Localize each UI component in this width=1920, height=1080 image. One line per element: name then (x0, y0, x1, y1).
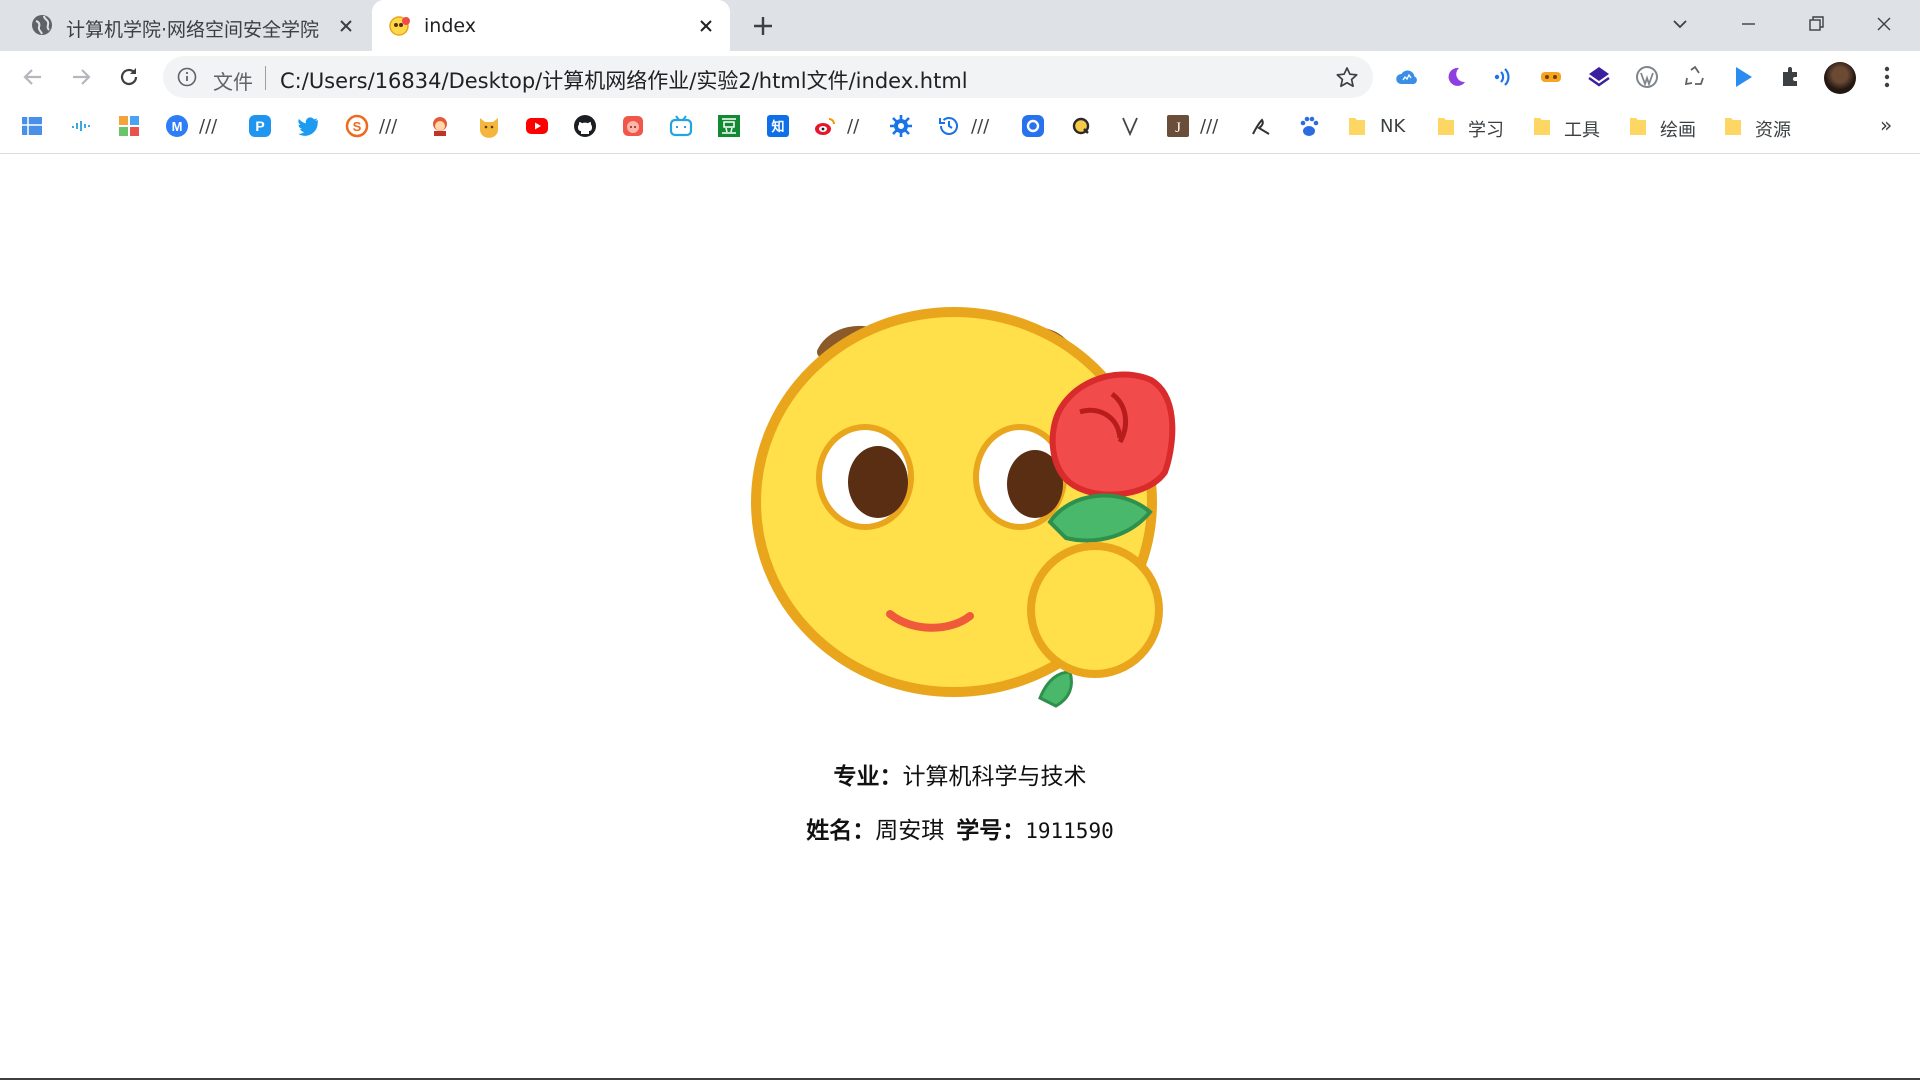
id-label: 学号： (956, 818, 1026, 844)
forward-icon[interactable] (68, 64, 94, 90)
bookmark-separator-text: /// (1200, 116, 1219, 137)
youtube-icon[interactable] (525, 114, 549, 138)
smiley-with-rose-image (750, 302, 1190, 722)
svg-text:S: S (353, 119, 362, 134)
profile-avatar[interactable] (1824, 62, 1856, 94)
bookmark-grid-icon[interactable] (20, 114, 44, 138)
smiley-rose-icon (388, 13, 412, 37)
globe-icon (30, 13, 54, 37)
id-value: 1911590 (1025, 819, 1114, 843)
bookmark-audio-icon[interactable] (69, 114, 93, 138)
bookmark-circle-icon[interactable] (1021, 114, 1045, 138)
tab-strip: 计算机学院·网络空间安全学院 index (0, 0, 1920, 51)
bookmark-cat-icon[interactable] (477, 114, 501, 138)
history-icon[interactable] (937, 114, 961, 138)
tab-index[interactable]: index (372, 0, 730, 51)
cloud-extension-icon[interactable] (1394, 64, 1420, 90)
minimize-icon[interactable] (1734, 10, 1762, 38)
layers-extension-icon[interactable] (1586, 64, 1612, 90)
svg-text:知: 知 (771, 119, 784, 135)
bookmark-character-icon[interactable] (428, 114, 452, 138)
bookmark-star-icon[interactable] (1334, 65, 1360, 91)
twitter-icon[interactable] (296, 114, 320, 138)
page-content: 专业：计算机科学与技术 姓名：周安琪 学号：1911590 (0, 154, 1920, 1080)
bookmarks-bar: M /// P S /// 知 // /// J /// NK 学习 工具 绘画… (0, 103, 1920, 154)
tampermonkey-extension-icon[interactable] (1538, 64, 1564, 90)
close-tab-icon[interactable] (694, 14, 718, 38)
svg-text:J: J (1175, 120, 1181, 136)
major-line: 专业：计算机科学与技术 (0, 757, 1920, 791)
settings-gear-icon[interactable] (889, 114, 913, 138)
name-value: 周安琪 (875, 818, 945, 844)
bookmark-folder-resources[interactable]: 资源 (1755, 116, 1791, 142)
bookmark-folder-study[interactable]: 学习 (1468, 116, 1504, 142)
bookmark-folder-nk[interactable]: NK (1380, 116, 1405, 137)
bookmark-folder-tools[interactable]: 工具 (1564, 116, 1600, 142)
dark-moon-extension-icon[interactable] (1442, 64, 1468, 90)
read-aloud-extension-icon[interactable] (1490, 64, 1516, 90)
folder-icon[interactable] (1628, 114, 1648, 138)
major-value: 计算机科学与技术 (902, 764, 1087, 790)
bilibili-icon[interactable] (669, 114, 693, 138)
weibo-icon[interactable] (813, 114, 837, 138)
toolbar: 文件 C:/Users/16834/Desktop/计算机网络作业/实验2/ht… (0, 51, 1920, 103)
bookmark-j-icon[interactable]: J (1166, 114, 1190, 138)
folder-icon[interactable] (1532, 114, 1552, 138)
scheme-label: 文件 (213, 70, 253, 94)
divider (265, 66, 266, 90)
bookmark-q-icon[interactable] (1069, 114, 1093, 138)
folder-icon[interactable] (1347, 114, 1367, 138)
svg-text:P: P (255, 118, 264, 134)
bookmark-s-icon[interactable]: S (345, 114, 369, 138)
bookmark-m-icon[interactable]: M (165, 114, 189, 138)
bookmark-separator-text: /// (379, 116, 398, 137)
baidu-paw-icon[interactable] (1297, 114, 1321, 138)
info-icon[interactable] (177, 67, 197, 87)
close-tab-icon[interactable] (334, 14, 358, 38)
menu-dots-icon[interactable] (1874, 64, 1900, 90)
bookmark-separator-text: /// (971, 116, 990, 137)
svg-text:M: M (172, 119, 183, 134)
tab-cs-school[interactable]: 计算机学院·网络空间安全学院 (12, 0, 370, 51)
url-text[interactable]: C:/Users/16834/Desktop/计算机网络作业/实验2/html文… (280, 65, 968, 95)
back-icon[interactable] (20, 64, 46, 90)
folder-icon[interactable] (1436, 114, 1456, 138)
extensions-puzzle-icon[interactable] (1778, 64, 1804, 90)
bookmark-separator-text: // (847, 116, 860, 137)
tab-title: index (424, 15, 476, 37)
name-label: 姓名： (806, 818, 876, 844)
bookmark-pig-icon[interactable] (621, 114, 645, 138)
bookmarks-overflow-button[interactable]: » (1880, 113, 1892, 137)
github-icon[interactable] (573, 114, 597, 138)
name-id-line: 姓名：周安琪 学号：1911590 (0, 811, 1920, 845)
close-window-icon[interactable] (1870, 10, 1898, 38)
tab-search-icon[interactable] (1666, 10, 1694, 38)
wordpress-extension-icon[interactable] (1634, 64, 1660, 90)
bookmark-v-icon[interactable] (1118, 114, 1142, 138)
new-tab-icon[interactable] (749, 12, 777, 40)
douban-icon[interactable] (717, 114, 741, 138)
pointer-extension-icon[interactable] (1730, 64, 1756, 90)
folder-icon[interactable] (1723, 114, 1743, 138)
bookmark-script-icon[interactable] (1249, 114, 1273, 138)
bookmark-blocks-icon[interactable] (117, 114, 141, 138)
restore-icon[interactable] (1802, 10, 1830, 38)
reload-icon[interactable] (116, 64, 142, 90)
recycle-extension-icon[interactable] (1682, 64, 1708, 90)
bookmark-p-icon[interactable]: P (248, 114, 272, 138)
address-bar[interactable]: 文件 C:/Users/16834/Desktop/计算机网络作业/实验2/ht… (163, 56, 1373, 98)
bookmark-separator-text: /// (199, 116, 218, 137)
bookmark-folder-drawing[interactable]: 绘画 (1660, 116, 1696, 142)
major-label: 专业： (833, 764, 903, 790)
tab-title: 计算机学院·网络空间安全学院 (66, 19, 320, 41)
zhihu-icon[interactable]: 知 (766, 114, 790, 138)
